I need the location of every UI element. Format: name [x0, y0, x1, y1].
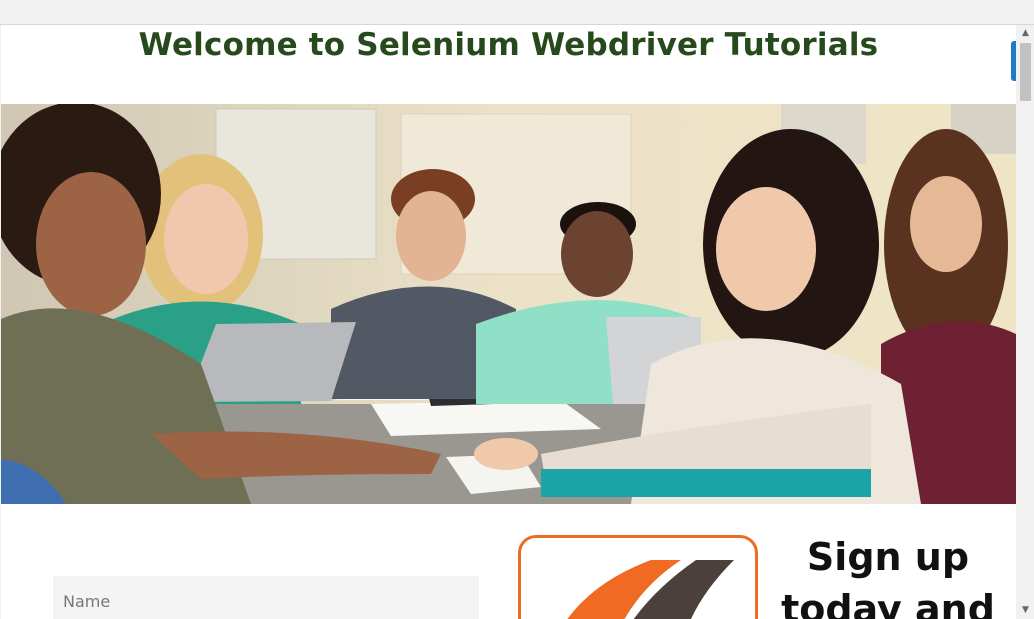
signup-line-1: Sign up: [806, 535, 970, 579]
scroll-up-arrow-icon[interactable]: ▲: [1017, 25, 1034, 42]
name-input[interactable]: [53, 576, 479, 619]
signup-line-2: today and: [781, 587, 995, 619]
logo-mark-icon: [567, 560, 734, 619]
side-tab[interactable]: [1011, 41, 1016, 81]
scroll-down-arrow-icon[interactable]: ▼: [1017, 602, 1034, 619]
vertical-scrollbar[interactable]: ▲ ▼: [1017, 25, 1034, 619]
logo-box: [518, 535, 758, 619]
signup-heading: Sign up today and: [773, 531, 1003, 619]
scrollbar-thumb[interactable]: [1020, 43, 1031, 101]
page-title: Welcome to Selenium Webdriver Tutorials: [138, 27, 879, 63]
browser-top-strip: [0, 0, 1034, 25]
hero-image: [1, 104, 1016, 504]
page-viewport: Welcome to Selenium Webdriver Tutorials: [1, 25, 1016, 619]
